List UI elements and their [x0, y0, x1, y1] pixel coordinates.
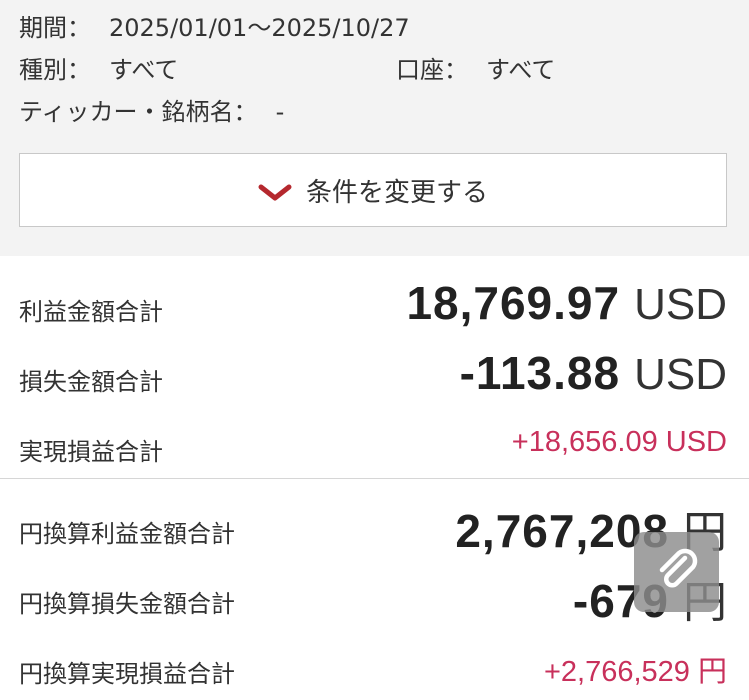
period-label: 期間：	[19, 14, 91, 42]
jpy-profit-total-label: 円換算利益金額合計	[19, 520, 235, 548]
jpy-realized-total-value: +2,766,529 円	[543, 656, 727, 688]
change-conditions-button[interactable]: 条件を変更する	[19, 153, 727, 227]
jpy-realized-total-label: 円換算実現損益合計	[19, 660, 235, 688]
profit-total-label: 利益金額合計	[19, 298, 163, 326]
ticker-row: ティッカー・銘柄名： -	[19, 92, 284, 127]
account-row: 口座： すべて	[396, 50, 555, 85]
period-value: 2025/01/01〜2025/10/27	[109, 14, 410, 42]
type-label: 種別：	[19, 56, 91, 84]
jpy-loss-total-label: 円換算損失金額合計	[19, 590, 235, 618]
profit-total-row: 利益金額合計 18,769.97 USD	[0, 268, 749, 338]
loss-total-amount: -113.88 USD	[460, 346, 727, 400]
chevron-down-icon	[258, 180, 292, 201]
loss-total-unit: USD	[634, 350, 727, 399]
jpy-realized-total-row: 円換算実現損益合計 +2,766,529 円	[0, 634, 749, 694]
realized-total-value: +18,656.09 USD	[511, 426, 727, 458]
change-conditions-label: 条件を変更する	[305, 177, 488, 208]
attach-button[interactable]	[634, 532, 719, 612]
section-divider	[0, 478, 749, 479]
filter-panel: 期間： 2025/01/01〜2025/10/27 種別： すべて 口座： すべて テ…	[0, 0, 749, 256]
ticker-value: -	[275, 98, 285, 126]
account-label: 口座：	[396, 56, 468, 84]
profit-total-amount: 18,769.97 USD	[406, 276, 727, 330]
loss-total-row: 損失金額合計 -113.88 USD	[0, 338, 749, 408]
type-row: 種別： すべて	[19, 50, 178, 85]
realized-total-label: 実現損益合計	[19, 438, 163, 466]
ticker-label: ティッカー・銘柄名：	[19, 98, 258, 126]
paperclip-icon	[651, 544, 703, 600]
period-row: 期間： 2025/01/01〜2025/10/27	[19, 8, 410, 43]
loss-total-value: -113.88	[459, 347, 621, 399]
loss-total-label: 損失金額合計	[19, 368, 163, 396]
profit-total-value: 18,769.97	[406, 277, 621, 329]
account-value: すべて	[486, 56, 556, 84]
realized-total-row: 実現損益合計 +18,656.09 USD	[0, 412, 749, 472]
profit-total-unit: USD	[634, 280, 727, 329]
type-value: すべて	[109, 56, 179, 84]
